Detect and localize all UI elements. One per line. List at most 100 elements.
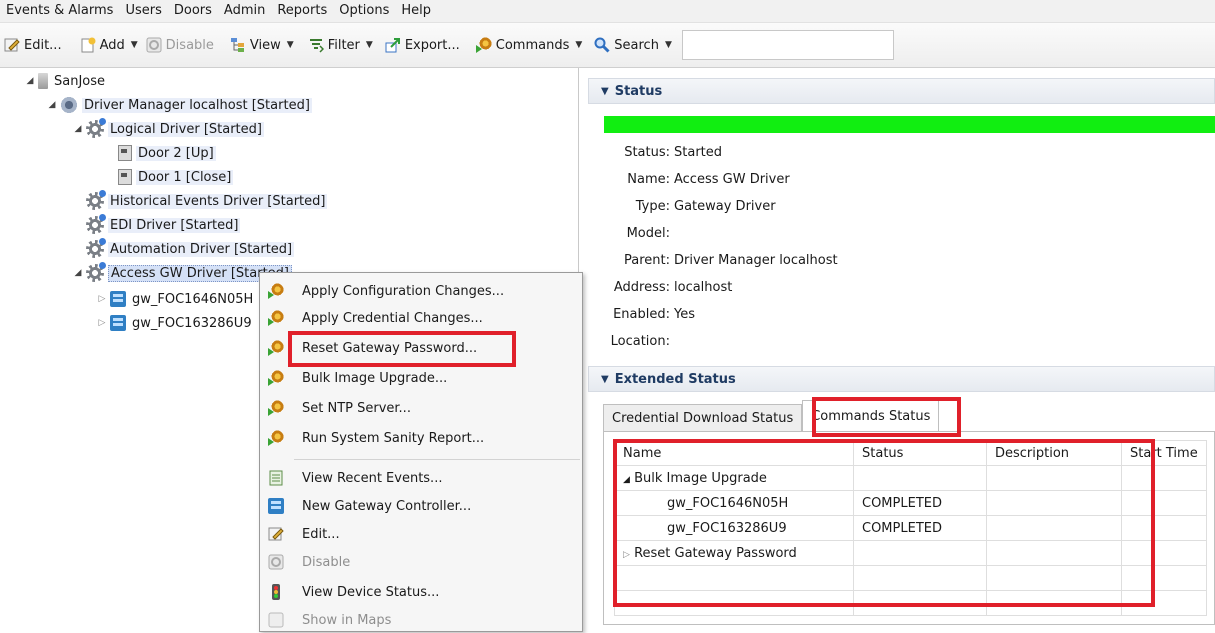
- column-header-status[interactable]: Status: [853, 440, 987, 466]
- collapse-arrow-icon[interactable]: ◢: [72, 124, 84, 134]
- menu-item-bulk-image-upgrade[interactable]: Bulk Image Upgrade...: [260, 365, 582, 391]
- menu-item-label: Reset Gateway Password...: [302, 340, 478, 356]
- toolbar: Edit... Add ▼ Disable View ▼ Filter ▼ Ex…: [0, 23, 1215, 68]
- pencil-icon: [4, 37, 20, 53]
- commands-button[interactable]: Commands ▼: [472, 31, 587, 59]
- command-icon: [268, 400, 284, 416]
- search-input[interactable]: [681, 30, 894, 60]
- export-label: Export...: [404, 37, 460, 53]
- search-dropdown-icon[interactable]: ▼: [665, 40, 672, 50]
- filter-label: Filter: [327, 37, 360, 53]
- map-icon: [268, 612, 284, 628]
- expand-arrow-icon[interactable]: ▷: [96, 318, 108, 328]
- collapse-arrow-icon[interactable]: ◢: [72, 268, 84, 278]
- tree-label: Historical Events Driver [Started]: [108, 193, 328, 209]
- menu-reports[interactable]: Reports: [271, 0, 333, 22]
- tree-node-sanjose[interactable]: ◢ SanJose: [24, 70, 107, 92]
- collapse-arrow-icon[interactable]: ◢: [46, 100, 58, 110]
- menu-item-label: Apply Configuration Changes...: [302, 283, 505, 299]
- menu-item-reset-gateway-password[interactable]: Reset Gateway Password...: [260, 335, 582, 361]
- table-row[interactable]: gw_FOC163286U9 COMPLETED: [614, 515, 1207, 541]
- export-button[interactable]: Export...: [381, 31, 464, 59]
- menu-item-edit[interactable]: Edit...: [260, 521, 582, 547]
- command-icon: [268, 340, 284, 356]
- row-description: [986, 540, 1122, 566]
- tab-commands-status[interactable]: Commands Status: [802, 400, 940, 431]
- row-start-time: [1121, 465, 1207, 491]
- door-icon: [118, 169, 132, 185]
- menu-item-run-system-sanity-report[interactable]: Run System Sanity Report...: [260, 425, 582, 451]
- tree-label: EDI Driver [Started]: [108, 217, 241, 233]
- menu-item-show-in-maps[interactable]: Show in Maps: [260, 607, 582, 633]
- tree-node-door-1[interactable]: Door 1 [Close]: [118, 166, 234, 188]
- menu-item-disable[interactable]: Disable: [260, 549, 582, 575]
- menu-item-set-ntp-server[interactable]: Set NTP Server...: [260, 395, 582, 421]
- tree-node-historical-events-driver[interactable]: Historical Events Driver [Started]: [86, 190, 328, 212]
- menu-events-alarms[interactable]: Events & Alarms: [0, 0, 119, 22]
- tree-node-edi-driver[interactable]: EDI Driver [Started]: [86, 214, 241, 236]
- tab-credential-download-status[interactable]: Credential Download Status: [603, 404, 803, 431]
- gateway-controller-icon: [268, 498, 284, 514]
- expand-arrow-icon[interactable]: ▷: [96, 294, 108, 304]
- column-header-start-time[interactable]: Start Time: [1121, 440, 1207, 466]
- table-row[interactable]: ▷ Reset Gateway Password: [614, 540, 1207, 566]
- command-icon: [268, 370, 284, 386]
- command-icon: [268, 310, 284, 326]
- menu-item-label: Show in Maps: [302, 612, 392, 628]
- menu-admin[interactable]: Admin: [218, 0, 271, 22]
- menu-item-apply-configuration-changes[interactable]: Apply Configuration Changes...: [260, 278, 582, 304]
- menu-options[interactable]: Options: [333, 0, 395, 22]
- collapse-arrow-icon[interactable]: ◢: [623, 475, 630, 485]
- filter-button[interactable]: Filter ▼: [304, 31, 377, 59]
- table-row: [614, 565, 1207, 591]
- row-description: [986, 490, 1122, 516]
- commands-status-panel: Name Status Description Start Time ◢ Bul…: [603, 431, 1215, 625]
- row-name-cell: ◢ Bulk Image Upgrade: [614, 465, 854, 491]
- driver-gear-icon: [86, 118, 106, 138]
- column-header-description[interactable]: Description: [986, 440, 1122, 466]
- row-status: COMPLETED: [853, 490, 987, 516]
- view-dropdown-icon[interactable]: ▼: [287, 40, 294, 50]
- filter-dropdown-icon[interactable]: ▼: [366, 40, 373, 50]
- menu-doors[interactable]: Doors: [168, 0, 218, 22]
- menu-item-view-device-status[interactable]: View Device Status...: [260, 579, 582, 605]
- menu-users[interactable]: Users: [119, 0, 167, 22]
- menu-item-label: Edit...: [302, 526, 340, 542]
- extended-status-section-header[interactable]: ▼ Extended Status: [588, 366, 1215, 392]
- tree-node-automation-driver[interactable]: Automation Driver [Started]: [86, 238, 295, 260]
- edit-button[interactable]: Edit...: [0, 31, 66, 59]
- commands-dropdown-icon[interactable]: ▼: [575, 40, 582, 50]
- tree-label: Door 2 [Up]: [136, 145, 216, 161]
- menu-item-new-gateway-controller[interactable]: New Gateway Controller...: [260, 493, 582, 519]
- row-start-time: [1121, 490, 1207, 516]
- extended-status-tabs: Credential Download Status Commands Stat…: [603, 400, 940, 431]
- menu-item-view-recent-events[interactable]: View Recent Events...: [260, 465, 582, 491]
- menu-item-apply-credential-changes[interactable]: Apply Credential Changes...: [260, 305, 582, 331]
- tree-node-gw-1[interactable]: ▷ gw_FOC1646N05H: [96, 288, 259, 310]
- table-row: [614, 590, 1207, 616]
- disable-button[interactable]: Disable: [142, 31, 218, 59]
- menu-item-label: Apply Credential Changes...: [302, 310, 483, 326]
- add-dropdown-icon[interactable]: ▼: [131, 40, 138, 50]
- table-row[interactable]: gw_FOC1646N05H COMPLETED: [614, 490, 1207, 516]
- table-row[interactable]: ◢ Bulk Image Upgrade: [614, 465, 1207, 491]
- disable-label: Disable: [165, 37, 214, 53]
- tree-node-gw-2[interactable]: ▷ gw_FOC163286U9: [96, 312, 259, 334]
- table-header-row: Name Status Description Start Time: [614, 440, 1207, 466]
- view-button[interactable]: View ▼: [226, 31, 298, 59]
- collapse-arrow-icon[interactable]: ◢: [24, 76, 36, 86]
- expand-arrow-icon[interactable]: ▷: [623, 550, 630, 560]
- tree-node-door-2[interactable]: Door 2 [Up]: [118, 142, 216, 164]
- menu-help[interactable]: Help: [395, 0, 437, 22]
- add-button[interactable]: Add ▼: [76, 31, 142, 59]
- row-start-time: [1121, 515, 1207, 541]
- status-section-header[interactable]: ▼ Status: [588, 78, 1215, 104]
- tree-node-logical-driver[interactable]: ◢ Logical Driver [Started]: [72, 118, 264, 140]
- tree-node-driver-manager[interactable]: ◢ Driver Manager localhost [Started]: [46, 94, 312, 116]
- details-panel: ▼ Status Status: Started Name: Access GW…: [580, 68, 1215, 625]
- search-button[interactable]: Search ▼: [590, 31, 676, 59]
- driver-gear-icon: [86, 214, 106, 234]
- tree-label: Automation Driver [Started]: [108, 241, 295, 257]
- column-header-name[interactable]: Name: [614, 440, 854, 466]
- row-start-time: [1121, 540, 1207, 566]
